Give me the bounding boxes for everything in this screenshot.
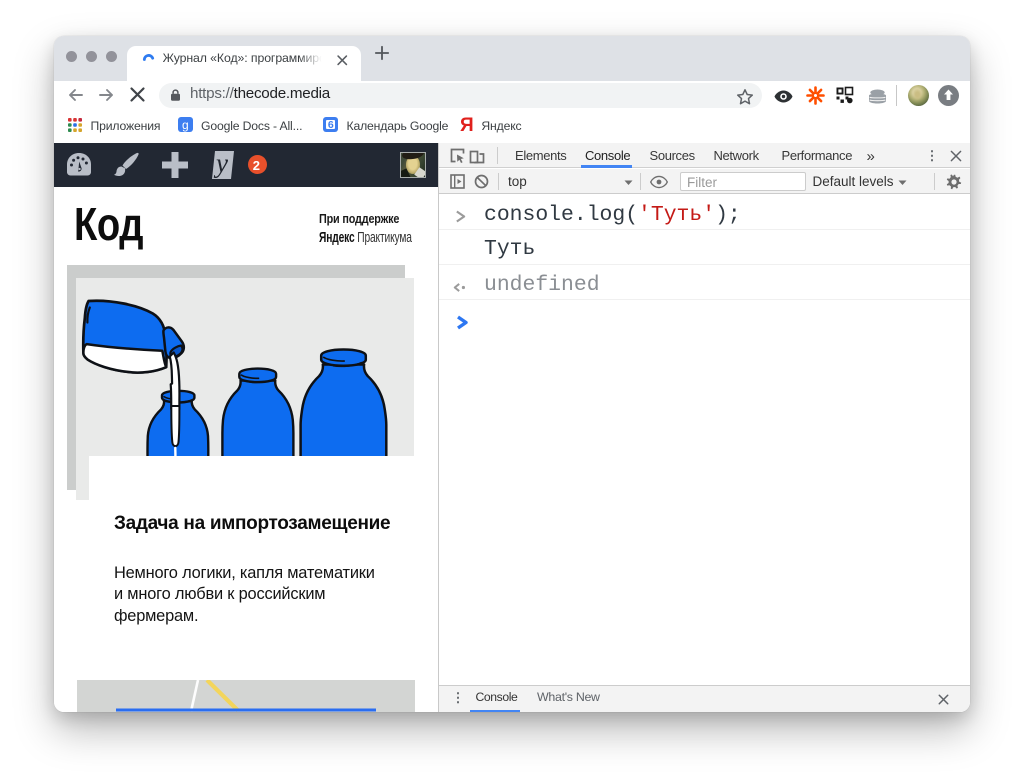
svg-text:y: y (213, 148, 228, 178)
